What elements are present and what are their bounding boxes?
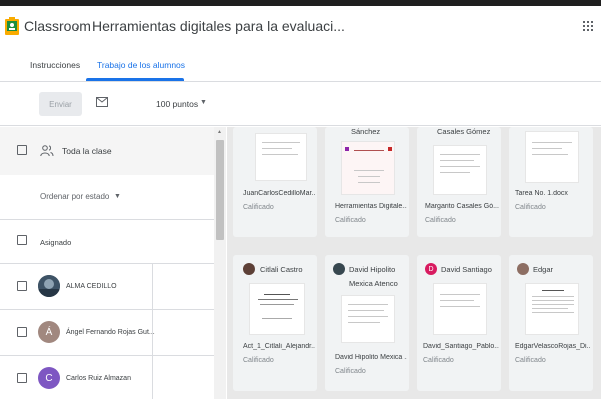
student-name: David Santiago <box>441 265 492 274</box>
breadcrumb-separator: › <box>75 17 80 33</box>
submissions-grid: JuanCarlosCedilloMar... Calificado Sánch… <box>227 127 601 399</box>
document-thumbnail[interactable] <box>525 131 579 183</box>
avatar-initial: C <box>45 372 53 384</box>
all-class-label: Toda la clase <box>62 146 112 156</box>
student-name-line2: Mexica Atenco <box>349 279 398 288</box>
avatar-initial: Á <box>45 326 53 338</box>
student-name: Casales Gómez <box>437 127 491 136</box>
apps-grid-icon[interactable] <box>583 21 593 31</box>
grade-status: Calificado <box>515 204 546 211</box>
avatar <box>243 263 255 275</box>
student-name: David Hipolito <box>349 265 396 274</box>
grade-status: Calificado <box>243 204 274 211</box>
student-name: Citlali Castro <box>260 265 303 274</box>
avatar <box>38 275 60 297</box>
avatar <box>517 263 529 275</box>
student-name: Ángel Fernando Rojas Gut... <box>66 329 155 336</box>
student-list-panel: Toda la clase Ordenar por estado ▼ Asign… <box>0 127 226 399</box>
app-header: Classroom › Herramientas digitales para … <box>0 6 601 46</box>
active-tab-indicator <box>86 78 184 81</box>
grade-status: Calificado <box>335 368 366 375</box>
submission-card[interactable]: Sánchez Herramientas Digitale... Calific… <box>325 127 409 237</box>
chevron-down-icon[interactable]: ▼ <box>200 99 207 106</box>
people-icon <box>40 145 54 157</box>
scrollbar-thumb[interactable] <box>216 140 224 240</box>
tab-student-work[interactable]: Trabajo de los alumnos <box>97 60 185 70</box>
student-row[interactable]: Á Ángel Fernando Rojas Gut... <box>0 310 214 355</box>
document-thumbnail[interactable] <box>525 283 579 335</box>
student-checkbox[interactable] <box>17 373 27 383</box>
submission-card[interactable]: Edgar EdgarVelascoRojas_Di... Calificado <box>509 255 593 391</box>
avatar-initial: D <box>428 265 434 273</box>
avatar: D <box>425 263 437 275</box>
column-separator <box>152 264 153 309</box>
submission-card[interactable]: Casales Gómez Margarito Casales Gó... Ca… <box>417 127 501 237</box>
file-name[interactable]: Tarea No. 1.docx <box>515 190 591 197</box>
divider <box>0 219 214 220</box>
all-class-row[interactable]: Toda la clase <box>0 127 214 175</box>
submission-card[interactable]: D David Santiago David_Santiago_Pablo...… <box>417 255 501 391</box>
avatar <box>333 263 345 275</box>
submission-card[interactable]: Tarea No. 1.docx Calificado <box>509 127 593 237</box>
tab-instructions[interactable]: Instrucciones <box>30 60 80 70</box>
assigned-group-label: Asignado <box>40 238 72 247</box>
student-row[interactable]: ALMA CEDILLO <box>0 264 214 309</box>
sort-dropdown[interactable]: Ordenar por estado <box>40 192 109 201</box>
email-icon[interactable] <box>96 97 108 107</box>
grading-toolbar: Enviar 100 puntos ▼ <box>0 83 601 126</box>
document-thumbnail[interactable] <box>341 141 395 195</box>
file-name[interactable]: Herramientas Digitale... <box>335 203 407 210</box>
document-thumbnail[interactable] <box>255 133 307 181</box>
file-name[interactable]: Margarito Casales Gó... <box>425 203 499 210</box>
submission-card[interactable]: JuanCarlosCedilloMar... Calificado <box>233 127 317 237</box>
submission-card[interactable]: David Hipolito Mexica Atenco David Hipol… <box>325 255 409 391</box>
student-row[interactable]: C Carlos Ruiz Almazan <box>0 356 214 399</box>
scroll-up-arrow-icon[interactable]: ▲ <box>217 129 222 135</box>
file-name[interactable]: JuanCarlosCedilloMar... <box>243 190 315 197</box>
chevron-down-icon[interactable]: ▼ <box>114 193 121 200</box>
student-checkbox[interactable] <box>17 327 27 337</box>
student-name: Edgar <box>533 265 554 274</box>
document-thumbnail[interactable] <box>249 283 305 335</box>
send-button[interactable]: Enviar <box>39 92 82 116</box>
column-separator <box>152 310 153 355</box>
points-selector[interactable]: 100 puntos <box>156 99 198 109</box>
document-thumbnail[interactable] <box>341 295 395 343</box>
column-separator <box>152 356 153 399</box>
file-name[interactable]: EdgarVelascoRojas_Di... <box>515 343 591 350</box>
file-name[interactable]: David_Santiago_Pablo... <box>423 343 499 350</box>
student-name: ALMA CEDILLO <box>66 283 117 290</box>
student-name: Carlos Ruiz Almazan <box>66 375 131 382</box>
grade-status: Calificado <box>515 357 546 364</box>
all-class-checkbox[interactable] <box>17 145 27 155</box>
app-title[interactable]: Classroom <box>24 18 91 34</box>
submission-card[interactable]: Citlali Castro Act_1_Citlali_Alejandr...… <box>233 255 317 391</box>
file-name[interactable]: Act_1_Citlali_Alejandr... <box>243 343 315 350</box>
document-thumbnail[interactable] <box>433 283 487 335</box>
grade-status: Calificado <box>423 357 454 364</box>
grade-status: Calificado <box>243 357 274 364</box>
assignment-title: Herramientas digitales para la evaluaci.… <box>92 18 345 34</box>
avatar: C <box>38 367 60 389</box>
tab-bar: Instrucciones Trabajo de los alumnos <box>0 46 601 82</box>
student-name: Sánchez <box>351 127 381 136</box>
classroom-logo-icon[interactable] <box>5 17 19 35</box>
assigned-group-checkbox[interactable] <box>17 235 27 245</box>
file-name[interactable]: David Hipolito Mexica ... <box>335 354 407 361</box>
grade-status: Calificado <box>335 217 366 224</box>
avatar: Á <box>38 321 60 343</box>
grade-status: Calificado <box>425 217 456 224</box>
document-thumbnail[interactable] <box>433 145 487 195</box>
student-checkbox[interactable] <box>17 281 27 291</box>
